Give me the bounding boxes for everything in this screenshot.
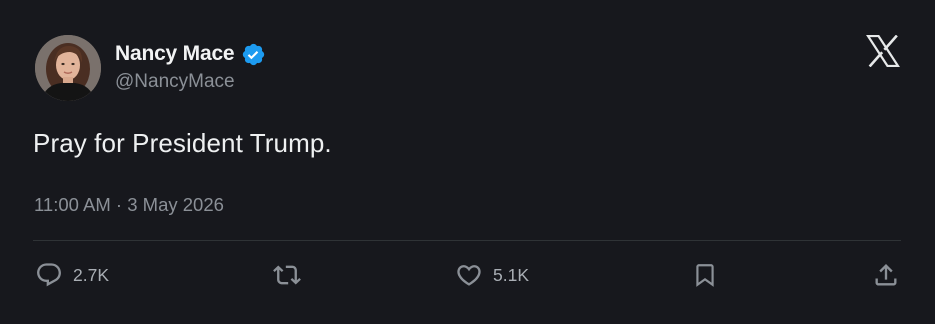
bookmark-button[interactable] [692, 260, 728, 290]
avatar[interactable] [35, 35, 101, 101]
heart-icon [457, 265, 481, 286]
author-handle[interactable]: @NancyMace [115, 71, 235, 93]
divider [33, 240, 901, 241]
avatar-image [35, 35, 101, 101]
tweet-text: Pray for President Trump. [33, 128, 332, 158]
author-display-name[interactable]: Nancy Mace [115, 42, 235, 66]
author-name-row: Nancy Mace [115, 40, 266, 68]
verified-badge-icon [241, 42, 266, 67]
tweet-timestamp[interactable]: 11:00 AM · 3 May 2026 [34, 194, 224, 216]
like-button[interactable]: 5.1K [455, 260, 529, 290]
retweet-button[interactable] [272, 260, 312, 290]
reply-icon [37, 263, 61, 287]
x-logo-icon[interactable] [865, 34, 901, 68]
tweet-card: Nancy Mace @NancyMace Pray for President… [0, 0, 935, 324]
bookmark-icon [696, 264, 714, 287]
retweet-icon [273, 265, 301, 285]
reply-count: 2.7K [73, 264, 109, 285]
share-button[interactable] [872, 260, 910, 290]
reply-button[interactable]: 2.7K [35, 260, 109, 290]
like-count: 5.1K [493, 264, 529, 285]
share-icon [875, 264, 897, 286]
